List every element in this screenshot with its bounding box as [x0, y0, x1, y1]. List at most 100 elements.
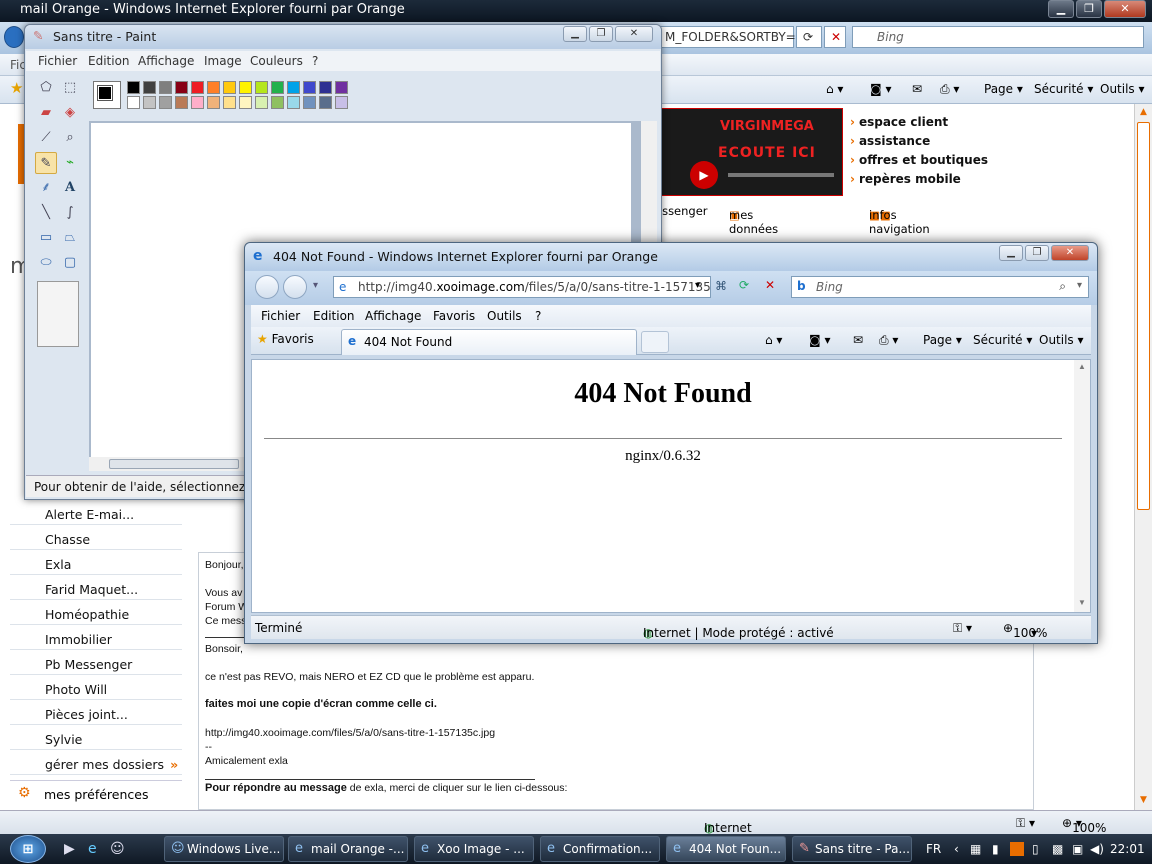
- color-swatch[interactable]: [303, 81, 316, 94]
- url-dropdown-icon[interactable]: ▾: [695, 280, 700, 291]
- folder-item[interactable]: Alerte E-mai...: [10, 500, 182, 525]
- home-icon[interactable]: ⌂ ▾: [826, 82, 843, 96]
- background-url-input[interactable]: M_FOLDER&SORTBY=: [658, 26, 796, 48]
- protected-mode-icon[interactable]: ⚿ ▾: [1016, 816, 1035, 831]
- search-options-icon[interactable]: ▾: [1077, 280, 1082, 291]
- link-reperes-mobile[interactable]: › repères mobile: [850, 172, 990, 186]
- paint-maximize-button[interactable]: ❐: [589, 26, 613, 42]
- tool-options-box[interactable]: [37, 281, 79, 347]
- recent-pages-icon[interactable]: ▾: [313, 280, 318, 291]
- scroll-down-icon[interactable]: ▼: [1078, 598, 1086, 607]
- link-messenger[interactable]: essenger: [655, 204, 708, 218]
- battery-icon[interactable]: ▮: [992, 842, 999, 856]
- fill-icon[interactable]: ◈: [59, 102, 81, 124]
- folder-item[interactable]: Pièces joint...: [10, 700, 182, 725]
- taskbar-item-confirmation[interactable]: e Confirmation...: [540, 836, 660, 862]
- mail-icon[interactable]: ✉: [912, 82, 922, 96]
- color-swatch[interactable]: [223, 81, 236, 94]
- color-swatch[interactable]: [191, 96, 204, 109]
- rect-select-icon[interactable]: ⬚: [59, 77, 81, 99]
- folder-item[interactable]: Farid Maquet...: [10, 575, 182, 600]
- tray-app-icon[interactable]: ▩: [1052, 842, 1063, 856]
- color-swatch[interactable]: [335, 81, 348, 94]
- maximize-button[interactable]: ❐: [1076, 0, 1102, 18]
- start-button[interactable]: ⊞: [10, 835, 46, 863]
- messenger-quicklaunch-icon[interactable]: ☺: [110, 841, 125, 857]
- color-swatch[interactable]: [287, 96, 300, 109]
- popup-outils-menu[interactable]: Outils ▾: [1039, 333, 1084, 347]
- scroll-up-icon[interactable]: ▲: [1137, 106, 1150, 119]
- magnifier-icon[interactable]: ⌕: [59, 127, 81, 149]
- feeds-icon[interactable]: ◙ ▾: [870, 82, 891, 96]
- popup-menu-help[interactable]: ?: [535, 309, 541, 323]
- new-tab-button[interactable]: [641, 331, 669, 353]
- color-swatch[interactable]: [255, 81, 268, 94]
- brush-icon[interactable]: ⌁: [59, 152, 81, 174]
- paint-menu-edition[interactable]: Edition: [88, 54, 130, 68]
- color-swatch[interactable]: [271, 96, 284, 109]
- popup-close-button[interactable]: ✕: [1051, 245, 1089, 261]
- link-espace-client[interactable]: › espace client: [850, 115, 990, 129]
- popup-securite-menu[interactable]: Sécurité ▾: [973, 333, 1032, 347]
- manage-folders-link[interactable]: gérer mes dossiers»: [10, 750, 182, 775]
- folder-item[interactable]: Photo Will: [10, 675, 182, 700]
- clock[interactable]: 22:01: [1110, 842, 1145, 856]
- popup-maximize-button[interactable]: ❐: [1025, 245, 1049, 261]
- color-swatch[interactable]: [255, 96, 268, 109]
- paint-menu-affichage[interactable]: Affichage: [138, 54, 194, 68]
- color-picker-icon[interactable]: ⟋: [35, 127, 57, 149]
- preferences-link[interactable]: ⚙ mes préférences: [10, 780, 182, 806]
- ellipse-icon[interactable]: ⬭: [35, 252, 57, 274]
- color-swatch[interactable]: [143, 81, 156, 94]
- color-swatch[interactable]: [175, 81, 188, 94]
- protected-mode-icon[interactable]: ⚿ ▾: [953, 621, 972, 636]
- feeds-icon[interactable]: ◙ ▾: [809, 333, 830, 347]
- current-colors[interactable]: [93, 81, 121, 109]
- tab-404-not-found[interactable]: e 404 Not Found: [341, 329, 637, 355]
- popup-menu-outils[interactable]: Outils: [487, 309, 522, 323]
- show-desktop-icon[interactable]: ▶: [64, 841, 75, 857]
- popup-menu-favoris[interactable]: Favoris: [433, 309, 475, 323]
- language-indicator[interactable]: FR: [926, 842, 941, 856]
- color-swatch[interactable]: [207, 81, 220, 94]
- color-swatch[interactable]: [287, 81, 300, 94]
- folder-item[interactable]: Pb Messenger: [10, 650, 182, 675]
- color-swatch[interactable]: [303, 96, 316, 109]
- back-arrow-icon[interactable]: [255, 275, 279, 299]
- scroll-thumb[interactable]: [1137, 122, 1150, 510]
- color-swatch[interactable]: [319, 81, 332, 94]
- refresh-icon[interactable]: ⟳: [796, 26, 822, 48]
- color-swatch[interactable]: [239, 96, 252, 109]
- color-swatch[interactable]: [143, 96, 156, 109]
- color-swatch[interactable]: [335, 96, 348, 109]
- color-swatch[interactable]: [319, 96, 332, 109]
- search-icon[interactable]: ⌕: [1059, 279, 1066, 294]
- popup-menu-affichage[interactable]: Affichage: [365, 309, 421, 323]
- bg-page-menu[interactable]: Page ▾: [984, 82, 1023, 96]
- compat-view-icon[interactable]: ⌘: [715, 279, 727, 293]
- background-vertical-scrollbar[interactable]: ▲ ▼: [1134, 104, 1152, 810]
- link-offres[interactable]: › offres et boutiques: [850, 153, 990, 167]
- paint-menu-fichier[interactable]: Fichier: [38, 54, 77, 68]
- close-button[interactable]: ✕: [1104, 0, 1146, 18]
- taskbar-item-mail-orange[interactable]: e mail Orange -...: [288, 836, 408, 862]
- paint-hscroll-thumb[interactable]: [109, 459, 239, 469]
- taskbar-item-paint[interactable]: ✎ Sans titre - Pa...: [792, 836, 912, 862]
- popup-zoom-control[interactable]: ⊕ 100% ▾: [1003, 621, 1047, 640]
- pencil-icon[interactable]: ✎: [35, 152, 57, 174]
- minimize-button[interactable]: ▁: [1048, 0, 1074, 18]
- network-icon[interactable]: ▦: [970, 842, 981, 856]
- color-swatch[interactable]: [127, 96, 140, 109]
- paint-menu-help[interactable]: ?: [312, 54, 318, 68]
- color-swatch[interactable]: [223, 96, 236, 109]
- link-assistance[interactable]: › assistance: [850, 134, 990, 148]
- bg-zoom-control[interactable]: ⊕ 100% ▾: [1062, 816, 1106, 835]
- popup-page-menu[interactable]: Page ▾: [923, 333, 962, 347]
- tray-expand-icon[interactable]: ‹: [954, 842, 959, 856]
- color-swatch[interactable]: [159, 96, 172, 109]
- paint-close-button[interactable]: ✕: [615, 26, 653, 42]
- popup-vertical-scrollbar[interactable]: ▲ ▼: [1074, 360, 1090, 612]
- color-swatch[interactable]: [127, 81, 140, 94]
- play-icon[interactable]: ▶: [690, 161, 718, 189]
- taskbar-item-xoo-image[interactable]: e Xoo Image - ...: [414, 836, 534, 862]
